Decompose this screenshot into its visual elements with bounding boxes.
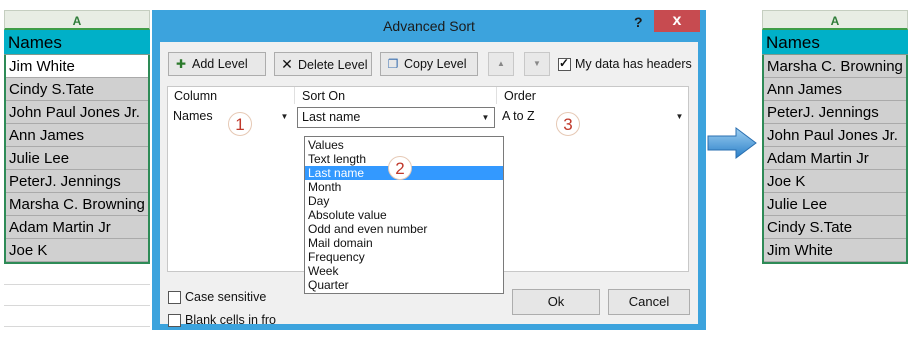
case-sensitive-label: Case sensitive	[185, 290, 267, 304]
headers-label: My data has headers	[575, 57, 692, 71]
title-bar[interactable]: Advanced Sort ? x	[152, 10, 706, 42]
step-marker-1: 1	[228, 112, 252, 136]
column-header: Column	[174, 89, 218, 103]
grid-divider	[294, 87, 295, 104]
table-row[interactable]: PeterJ. Jennings	[764, 101, 906, 124]
add-level-icon: ✚	[175, 57, 187, 71]
table-row[interactable]: Julie Lee	[764, 193, 906, 216]
move-up-button[interactable]: ▲	[488, 52, 514, 76]
table-row[interactable]: Marsha C. Browning	[6, 193, 148, 216]
table-row[interactable]: Ann James	[6, 124, 148, 147]
chevron-down-icon[interactable]: ▼	[276, 107, 293, 128]
list-item[interactable]: Frequency	[305, 250, 503, 264]
copy-level-button[interactable]: ❐ Copy Level	[380, 52, 478, 76]
delete-icon: ✕	[281, 56, 293, 72]
table-row[interactable]: Joe K	[6, 239, 148, 262]
data-range: Marsha C. Browning Ann James PeterJ. Jenni…	[762, 55, 908, 264]
column-header-a[interactable]: A	[4, 10, 150, 30]
empty-row[interactable]	[4, 285, 150, 306]
order-header: Order	[504, 89, 536, 103]
list-item[interactable]: Month	[305, 180, 503, 194]
table-row[interactable]: John Paul Jones Jr.	[764, 124, 906, 147]
names-header-cell[interactable]: Names	[762, 30, 908, 55]
result-arrow-icon	[707, 127, 757, 159]
column-header-a[interactable]: A	[762, 10, 908, 30]
table-row[interactable]: Adam Martin Jr	[764, 147, 906, 170]
chevron-down-icon[interactable]: ▼	[477, 108, 494, 127]
advanced-sort-dialog: Advanced Sort ? x ✚ Add Level ✕ Delete Lev…	[152, 10, 706, 330]
ok-button[interactable]: Ok	[512, 289, 600, 315]
move-down-button[interactable]: ▼	[524, 52, 550, 76]
table-row[interactable]: Marsha C. Browning	[764, 55, 906, 78]
right-sheet: A Names Marsha C. Browning Ann James Peter…	[762, 10, 908, 264]
table-row[interactable]: Joe K	[764, 170, 906, 193]
empty-row[interactable]	[4, 264, 150, 285]
list-item[interactable]: Day	[305, 194, 503, 208]
table-row[interactable]: Ann James	[764, 78, 906, 101]
add-level-button[interactable]: ✚ Add Level	[168, 52, 266, 76]
table-row[interactable]: PeterJ. Jennings	[6, 170, 148, 193]
table-row[interactable]: John Paul Jones Jr.	[6, 101, 148, 124]
dialog-title: Advanced Sort	[383, 18, 475, 34]
sort-on-header: Sort On	[302, 89, 346, 103]
data-range: Jim White Cindy S.Tate John Paul Jones Jr.…	[4, 55, 150, 264]
names-header-cell[interactable]: Names	[4, 30, 150, 55]
close-button[interactable]: x	[654, 10, 700, 32]
table-row[interactable]: Julie Lee	[6, 147, 148, 170]
copy-icon: ❐	[387, 57, 399, 71]
order-select[interactable]: A to Z ▼	[498, 107, 688, 128]
sort-on-select-value: Last name	[302, 110, 361, 124]
list-item[interactable]: Mail domain	[305, 236, 503, 250]
table-row[interactable]: Adam Martin Jr	[6, 216, 148, 239]
step-marker-2: 2	[388, 156, 412, 180]
cancel-button[interactable]: Cancel	[608, 289, 690, 315]
table-row[interactable]: Cindy S.Tate	[6, 78, 148, 101]
step-marker-3: 3	[556, 112, 580, 136]
headers-checkbox[interactable]	[558, 56, 571, 71]
grid-divider	[496, 87, 497, 104]
list-item[interactable]: Quarter	[305, 278, 503, 292]
order-select-value: A to Z	[502, 109, 535, 123]
column-select-value: Names	[173, 109, 213, 123]
empty-row[interactable]	[4, 306, 150, 327]
list-item[interactable]: Odd and even number	[305, 222, 503, 236]
delete-level-label: Delete Level	[298, 58, 368, 72]
table-row[interactable]: Jim White	[6, 55, 148, 78]
dialog-body: ✚ Add Level ✕ Delete Level ❐ Copy Level ▲ ▼…	[160, 42, 698, 327]
list-item[interactable]: Values	[305, 138, 503, 152]
list-item[interactable]: Week	[305, 264, 503, 278]
blank-cells-checkbox[interactable]	[168, 314, 181, 327]
sort-on-select[interactable]: Last name ▼	[297, 107, 495, 128]
add-level-label: Add Level	[192, 57, 248, 71]
delete-level-button[interactable]: ✕ Delete Level	[274, 52, 372, 76]
case-sensitive-checkbox[interactable]	[168, 291, 181, 304]
left-sheet: A Names Jim White Cindy S.Tate John Paul J…	[4, 10, 150, 327]
copy-level-label: Copy Level	[404, 57, 467, 71]
list-item[interactable]: Absolute value	[305, 208, 503, 222]
table-row[interactable]: Cindy S.Tate	[764, 216, 906, 239]
blank-cells-label: Blank cells in fro	[185, 313, 277, 327]
table-row[interactable]: Jim White	[764, 239, 906, 262]
help-button[interactable]: ?	[634, 14, 643, 30]
chevron-down-icon[interactable]: ▼	[671, 107, 688, 128]
